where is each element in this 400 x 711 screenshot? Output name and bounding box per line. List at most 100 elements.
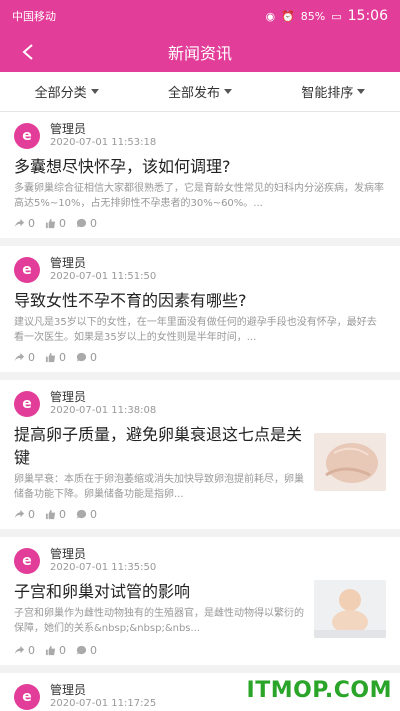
- publish-date: 2020-07-01 11:53:18: [50, 137, 157, 148]
- comment-stat[interactable]: 0: [76, 351, 97, 364]
- share-stat[interactable]: 0: [14, 644, 35, 657]
- comment-stat[interactable]: 0: [76, 217, 97, 230]
- share-icon: [14, 645, 25, 655]
- article-title[interactable]: 导致女性不孕不育的因素有哪些?: [14, 289, 386, 312]
- eye-icon: ◉: [265, 9, 276, 23]
- share-icon: [14, 218, 25, 228]
- carrier-label: 中国移动: [12, 10, 56, 23]
- publish-date: 2020-07-01 11:51:50: [50, 271, 157, 282]
- article-author: e 管理员 2020-07-01 11:51:50: [14, 256, 386, 283]
- thumbs-up-icon: [45, 218, 56, 229]
- comment-icon: [76, 645, 87, 655]
- author-name: 管理员: [50, 547, 87, 561]
- back-button[interactable]: [14, 38, 42, 66]
- thumbs-up-icon: [45, 509, 56, 520]
- article-card[interactable]: e 管理员 2020-07-01 11:38:08 提高卵子质量，避免卵巢衰退这…: [0, 380, 400, 529]
- thumbs-up-icon: [45, 645, 56, 656]
- article-title[interactable]: 子宫和卵巢对试管的影响: [14, 580, 306, 603]
- like-stat[interactable]: 0: [45, 217, 66, 230]
- article-thumbnail[interactable]: [314, 580, 386, 638]
- like-count: 0: [59, 351, 66, 364]
- like-stat[interactable]: 0: [45, 508, 66, 521]
- share-count: 0: [28, 508, 35, 521]
- page-title: 新闻资讯: [167, 44, 232, 63]
- caret-down-icon: [90, 89, 99, 94]
- avatar: e: [14, 547, 40, 574]
- avatar: e: [14, 683, 40, 710]
- filter-publish-label: 全部发布: [167, 86, 220, 101]
- filter-sort-label: 智能排序: [301, 86, 354, 101]
- filter-category-label: 全部分类: [34, 86, 87, 101]
- share-count: 0: [28, 217, 35, 230]
- avatar: e: [14, 122, 40, 149]
- avatar: e: [14, 256, 40, 283]
- comment-stat[interactable]: 0: [76, 644, 97, 657]
- article-excerpt: 建议凡是35岁以下的女性，在一年里面没有做任何的避孕手段也没有怀孕，最好去看一次…: [14, 317, 377, 343]
- article-card[interactable]: e 管理员 2020-07-01 11:53:18 多囊想尽快怀孕，该如何调理?…: [0, 112, 400, 238]
- article-card[interactable]: e 管理员 2020-07-01 11:51:50 导致女性不孕不育的因素有哪些…: [0, 246, 400, 372]
- share-stat[interactable]: 0: [14, 351, 35, 364]
- article-card[interactable]: e 管理员 2020-07-01 11:35:50 子宫和卵巢对试管的影响 子宫…: [0, 537, 400, 665]
- publish-date: 2020-07-01 11:38:08: [50, 405, 157, 416]
- comment-count: 0: [90, 351, 97, 364]
- comment-icon: [76, 352, 87, 362]
- like-count: 0: [59, 508, 66, 521]
- like-stat[interactable]: 0: [45, 351, 66, 364]
- author-name: 管理员: [50, 256, 87, 270]
- app-header: 中国移动 ◉ ⏰ 85% ▭ 15:06 新闻资讯: [0, 0, 400, 72]
- filter-category[interactable]: 全部分类: [0, 82, 133, 101]
- author-name: 管理员: [50, 390, 87, 404]
- article-stats: 0 0 0: [14, 351, 386, 364]
- pregnant-belly-image: [314, 433, 386, 491]
- battery-label: 85%: [300, 9, 326, 23]
- status-bar: 中国移动 ◉ ⏰ 85% ▭ 15:06: [0, 0, 400, 32]
- battery-icon: ▭: [331, 9, 342, 23]
- article-author: e 管理员 2020-07-01 11:35:50: [14, 547, 386, 574]
- filter-publish[interactable]: 全部发布: [133, 82, 266, 101]
- watermark-text: ITMOP.COM: [246, 678, 392, 703]
- article-excerpt: 子宫和卵巢作为雌性动物独有的生殖器官，是雌性动物得以繁衍的保障，她们的关系&nb…: [14, 608, 304, 634]
- share-icon: [14, 352, 25, 362]
- article-excerpt: 多囊卵巢综合征相信大家都很熟悉了，它是育龄女性常见的妇科内分泌疾病，发病率高达5…: [14, 183, 384, 209]
- article-stats: 0 0 0: [14, 217, 386, 230]
- caret-down-icon: [224, 89, 232, 94]
- article-thumbnail[interactable]: [314, 433, 386, 491]
- share-icon: [14, 509, 25, 519]
- article-stats: 0 0 0: [14, 644, 386, 657]
- comment-icon: [76, 218, 87, 228]
- status-right: ◉ ⏰ 85% ▭ 15:06: [265, 8, 388, 24]
- like-stat[interactable]: 0: [45, 644, 66, 657]
- avatar: e: [14, 390, 40, 417]
- alarm-icon: ⏰: [281, 9, 295, 23]
- article-excerpt: 卵巢早衰：本质在于卵泡萎缩或消失加快导致卵泡提前耗尽，卵巢储备功能下降。卵巢储备…: [14, 474, 304, 500]
- chevron-left-icon: [22, 44, 33, 60]
- comment-count: 0: [90, 217, 97, 230]
- article-title[interactable]: 提高卵子质量，避免卵巢衰退这七点是关键: [14, 423, 306, 469]
- share-count: 0: [28, 644, 35, 657]
- filter-bar: 全部分类 全部发布 智能排序: [0, 72, 400, 112]
- site-watermark: ITMOP.COM: [247, 678, 392, 703]
- baby-image: [314, 580, 386, 638]
- article-author: e 管理员 2020-07-01 11:38:08: [14, 390, 386, 417]
- like-count: 0: [59, 217, 66, 230]
- article-stats: 0 0 0: [14, 508, 386, 521]
- comment-count: 0: [90, 508, 97, 521]
- publish-date: 2020-07-01 11:35:50: [50, 562, 157, 573]
- clock: 15:06: [347, 8, 388, 24]
- filter-sort[interactable]: 智能排序: [267, 82, 400, 101]
- nav-bar: 新闻资讯: [0, 32, 400, 72]
- publish-date: 2020-07-01 11:17:25: [50, 698, 157, 709]
- comment-count: 0: [90, 644, 97, 657]
- comment-stat[interactable]: 0: [76, 508, 97, 521]
- caret-down-icon: [357, 89, 366, 94]
- article-title[interactable]: 多囊想尽快怀孕，该如何调理?: [14, 155, 386, 178]
- like-count: 0: [59, 644, 66, 657]
- author-name: 管理员: [50, 122, 87, 136]
- share-stat[interactable]: 0: [14, 508, 35, 521]
- article-list: e 管理员 2020-07-01 11:53:18 多囊想尽快怀孕，该如何调理?…: [0, 112, 400, 711]
- share-count: 0: [28, 351, 35, 364]
- comment-icon: [76, 509, 87, 519]
- share-stat[interactable]: 0: [14, 217, 35, 230]
- thumbs-up-icon: [45, 352, 56, 363]
- article-author: e 管理员 2020-07-01 11:53:18: [14, 122, 386, 149]
